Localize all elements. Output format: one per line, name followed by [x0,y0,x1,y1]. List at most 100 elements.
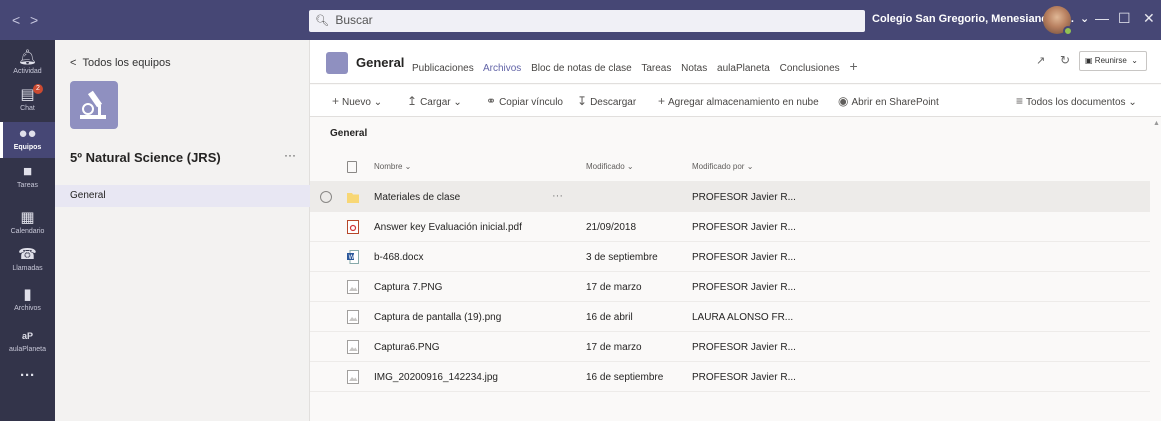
table-row[interactable]: W b-468.docx 3 de septiembre PROFESOR Ja… [310,242,1150,272]
calendar-icon: ▦ [20,209,35,226]
table-row[interactable]: Captura de pantalla (19).png 16 de abril… [310,302,1150,332]
row-select-radio[interactable] [320,191,332,203]
title-bar: < > 🔍︎ Buscar Colegio San Gregorio, Mene… [0,0,1161,40]
scroll-up-icon[interactable]: ▲ [1153,120,1160,127]
file-modified: 16 de septiembre [586,372,664,383]
close-button[interactable]: ✕ [1143,10,1155,27]
rail-activity[interactable]: 🔔︎ Actividad [0,50,55,82]
plus-icon: + [332,94,340,108]
add-tab-icon[interactable]: + [849,58,857,74]
view-selector[interactable]: ≡ Todos los documentos ⌄ [1016,94,1137,108]
file-modified-by: PROFESOR Javier R... [692,192,796,203]
chat-icon: ▤ [20,86,35,103]
download-label: Descargar [590,97,637,108]
team-avatar-icon [326,52,348,74]
forward-nav-button[interactable]: > [30,12,38,28]
rail-label: aulaPlaneta [9,346,46,353]
column-name[interactable]: Nombre ⌄ [374,162,411,171]
file-name: Captura6.PNG [374,342,440,353]
copy-link-button[interactable]: ⚭ Copiar vínculo [486,94,563,108]
row-more-button[interactable]: ··· [552,190,563,202]
refresh-icon[interactable]: ↻ [1060,53,1070,67]
table-row[interactable]: Captura 7.PNG 17 de marzo PROFESOR Javie… [310,272,1150,302]
pdf-icon [347,220,359,234]
new-label: Nuevo [342,97,371,108]
image-file-icon [347,280,359,294]
rail-label: Chat [20,105,35,112]
add-storage-label: Agregar almacenamiento en nube [668,97,819,108]
files-toolbar: + Nuevo ⌄ ↥ Cargar ⌄ ⚭ Copiar vínculo ↧ Desc… [310,85,1161,117]
image-file-icon [347,310,359,324]
rail-label: Equipos [13,144,42,151]
table-row[interactable]: Materiales de clase ··· PROFESOR Javier … [310,182,1150,212]
assignments-icon: ■ [22,163,33,180]
table-header: Nombre ⌄ Modificado ⌄ Modificado por ⌄ [310,152,1150,182]
maximize-button[interactable]: ☐ [1118,10,1131,27]
team-more-button[interactable]: ··· [284,148,296,162]
rail-teams[interactable]: ●● Equipos [0,122,55,158]
search-icon: 🔍︎ [315,15,329,27]
chevron-down-icon: ⌄ [1129,56,1138,65]
column-modified-by[interactable]: Modificado por ⌄ [692,162,753,171]
chevron-down-icon: ⌄ [1076,13,1090,25]
rail-label: Calendario [10,228,45,235]
rail-aulaplaneta[interactable]: aP aulaPlaneta [0,328,55,360]
file-name: IMG_20200916_142234.jpg [374,372,498,383]
team-name: 5º Natural Science (JRS) [70,150,221,165]
download-button[interactable]: ↧ Descargar [577,94,636,108]
bell-icon: 🔔︎ [17,49,38,66]
rail-calls[interactable]: ☎ Llamadas [0,247,55,279]
tab-notas[interactable]: Notas [681,63,707,74]
all-teams-label: Todos los equipos [82,57,171,69]
team-logo [70,81,118,129]
file-modified: 17 de marzo [586,342,642,353]
all-teams-link[interactable]: < Todos los equipos [70,57,171,69]
meet-button[interactable]: ▣ Reunirse ⌄ [1079,51,1147,71]
presence-icon [1063,26,1073,36]
view-label: Todos los documentos [1026,97,1126,108]
column-modified[interactable]: Modificado ⌄ [586,162,634,171]
team-panel: < Todos los equipos 5º Natural Science (… [55,40,310,421]
channel-item-general[interactable]: General [55,185,310,207]
file-name: b-468.docx [374,252,424,263]
rail-more[interactable]: ··· [0,368,55,388]
rail-calendar[interactable]: ▦ Calendario [0,210,55,242]
avatar[interactable] [1043,6,1073,36]
file-modified: 16 de abril [586,312,633,323]
table-row[interactable]: Captura6.PNG 17 de marzo PROFESOR Javier… [310,332,1150,362]
tab-archivos[interactable]: Archivos [483,63,521,74]
upload-button[interactable]: ↥ Cargar ⌄ [407,94,462,108]
table-row[interactable]: Answer key Evaluación inicial.pdf 21/09/… [310,212,1150,242]
upload-label: Cargar [420,97,451,108]
minimize-button[interactable]: — [1095,10,1109,26]
tab-tareas[interactable]: Tareas [641,63,671,74]
rail-label: Llamadas [12,265,43,272]
tab-aulaplaneta[interactable]: aulaPlaneta [717,63,770,74]
new-button[interactable]: + Nuevo ⌄ [332,94,382,108]
sharepoint-icon: ◉ [838,94,849,108]
expand-icon[interactable]: ↗ [1036,54,1045,67]
rail-assignments[interactable]: ■ Tareas [0,164,55,196]
rail-files[interactable]: ▮ Archivos [0,287,55,319]
camera-icon: ▣ [1085,56,1093,65]
open-sharepoint-button[interactable]: ◉ Abrir en SharePoint [838,94,939,108]
file-name: Captura de pantalla (19).png [374,312,502,323]
add-storage-button[interactable]: + Agregar almacenamiento en nube [658,94,819,108]
rail-label: Actividad [13,68,42,75]
copy-link-label: Copiar vínculo [499,97,563,108]
rail-label: Archivos [14,305,41,312]
breadcrumb[interactable]: General [330,128,367,139]
search-input[interactable]: 🔍︎ Buscar [309,10,865,32]
tab-bloc-notas[interactable]: Bloc de notas de clase [531,63,632,74]
teams-icon: ●● [18,125,37,142]
plus-icon: + [658,94,666,108]
file-modified: 21/09/2018 [586,222,637,233]
back-nav-button[interactable]: < [12,12,20,28]
file-modified: 3 de septiembre [586,252,658,263]
file-modified-by: PROFESOR Javier R... [692,282,796,293]
rail-chat[interactable]: ▤ 2 Chat [0,84,55,119]
tab-conclusiones[interactable]: Conclusiones [780,63,840,74]
tab-publicaciones[interactable]: Publicaciones [412,63,474,74]
table-row[interactable]: IMG_20200916_142234.jpg 16 de septiembre… [310,362,1150,392]
column-modified-label: Modificado [586,162,625,171]
